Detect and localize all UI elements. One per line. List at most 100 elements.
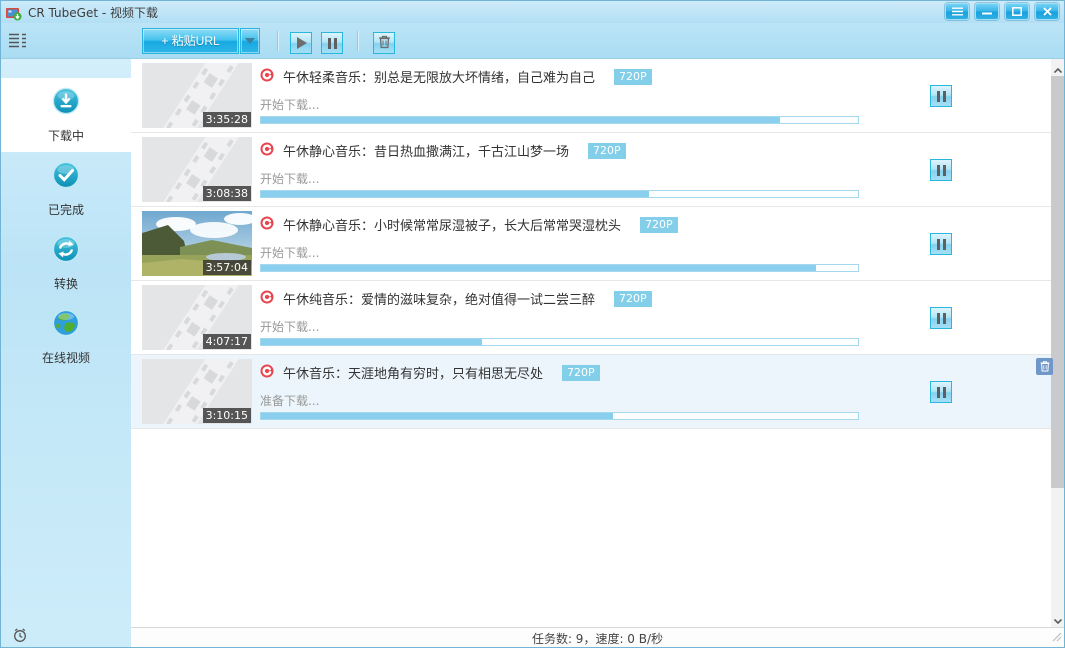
close-icon (1043, 7, 1052, 16)
pause-icon (328, 38, 337, 49)
progress-fill (261, 117, 780, 123)
progress-fill (261, 339, 482, 345)
video-source-icon (260, 289, 274, 308)
quality-badge: 720P (614, 291, 652, 307)
download-status: 开始下载... (260, 244, 319, 261)
download-row[interactable]: 3:10:15 午休音乐：天涯地角有穷时，只有相思无尽处 720P (131, 355, 1051, 429)
delete-all-button[interactable] (373, 32, 395, 54)
download-status: 准备下载... (260, 392, 319, 409)
progress-bar (260, 190, 859, 198)
sidebar-item-label: 已完成 (48, 201, 84, 218)
close-button[interactable] (1035, 3, 1059, 20)
toolbar: + 粘贴URL (1, 23, 1064, 59)
scrollbar-thumb[interactable] (1051, 76, 1064, 488)
video-title-line: 午休静心音乐：小时候常常尿湿被子，长大后常常哭湿枕头 720P (260, 215, 678, 234)
convert-icon (52, 235, 80, 267)
download-row[interactable]: 3:35:28 午休轻柔音乐：别总是无限放大坏情绪，自己难为自己 720P (131, 59, 1051, 133)
sidebar-item-downloading[interactable]: 下载中 (1, 78, 131, 152)
window-controls (945, 3, 1059, 20)
quality-badge: 720P (614, 69, 652, 85)
status-bar: 任务数: 9，速度: 0 B/秒 (131, 627, 1064, 648)
status-bar-text: 任务数: 9，速度: 0 B/秒 (532, 630, 663, 647)
scrollbar-track[interactable] (1051, 488, 1064, 610)
paste-url-dropdown-button[interactable] (240, 28, 260, 54)
video-title: 午休纯音乐：爱情的滋味复杂，绝对值得一试二尝三醉 (283, 289, 595, 308)
chevron-down-icon (1054, 609, 1062, 628)
video-duration: 3:10:15 (203, 408, 251, 423)
download-icon (52, 87, 80, 119)
app-window: CR TubeGet - 视频下载 (0, 0, 1065, 648)
pause-all-button[interactable] (321, 32, 343, 54)
video-title-line: 午休音乐：天涯地角有穷时，只有相思无尽处 720P (260, 363, 600, 382)
sidebar-item-online-video[interactable]: 在线视频 (1, 300, 131, 374)
quality-badge: 720P (562, 365, 600, 381)
chevron-down-icon (245, 38, 255, 44)
progress-bar (260, 338, 859, 346)
content-area: 3:35:28 午休轻柔音乐：别总是无限放大坏情绪，自己难为自己 720P (131, 59, 1064, 627)
video-thumbnail: 4:07:17 (142, 285, 252, 350)
video-source-icon (260, 67, 274, 86)
video-thumbnail: 3:08:38 (142, 137, 252, 202)
video-title: 午休轻柔音乐：别总是无限放大坏情绪，自己难为自己 (283, 67, 595, 86)
video-duration: 3:57:04 (203, 260, 251, 275)
video-source-icon (260, 141, 274, 160)
video-title-line: 午休静心音乐：昔日热血撒满江，千古江山梦一场 720P (260, 141, 626, 160)
sidebar-item-completed[interactable]: 已完成 (1, 152, 131, 226)
resize-grip-icon[interactable] (1052, 627, 1062, 646)
video-thumbnail: 3:57:04 (142, 211, 252, 276)
check-icon (52, 161, 80, 193)
quality-badge: 720P (640, 217, 678, 233)
pause-icon (937, 91, 946, 102)
main-area: 3:35:28 午休轻柔音乐：别总是无限放大坏情绪，自己难为自己 720P (131, 59, 1064, 648)
window-menu-button[interactable] (945, 3, 969, 20)
paste-url-button[interactable]: + 粘贴URL (142, 28, 239, 54)
progress-bar (260, 264, 859, 272)
video-source-icon (260, 215, 274, 234)
clock-icon[interactable] (12, 627, 28, 643)
video-title: 午休静心音乐：小时候常常尿湿被子，长大后常常哭湿枕头 (283, 215, 621, 234)
row-pause-button[interactable] (930, 159, 952, 181)
scroll-up-button[interactable] (1051, 59, 1064, 76)
app-icon (6, 6, 22, 19)
sidebar-item-label: 下载中 (48, 127, 84, 144)
minimize-icon (982, 7, 992, 16)
maximize-icon (1012, 7, 1022, 16)
vertical-scrollbar[interactable] (1051, 59, 1064, 627)
toolbar-divider (277, 31, 278, 51)
video-title-line: 午休轻柔音乐：别总是无限放大坏情绪，自己难为自己 720P (260, 67, 652, 86)
download-row[interactable]: 4:07:17 午休纯音乐：爱情的滋味复杂，绝对值得一试二尝三醉 720P (131, 281, 1051, 355)
progress-bar (260, 116, 859, 124)
sidebar-item-label: 在线视频 (42, 349, 90, 366)
sidebar: 下载中 已完成 (1, 59, 131, 648)
row-delete-button[interactable] (1036, 358, 1053, 375)
download-list: 3:35:28 午休轻柔音乐：别总是无限放大坏情绪，自己难为自己 720P (131, 59, 1051, 627)
globe-icon (52, 309, 80, 341)
download-status: 开始下载... (260, 96, 319, 113)
row-pause-button[interactable] (930, 233, 952, 255)
row-pause-button[interactable] (930, 85, 952, 107)
pause-icon (937, 313, 946, 324)
download-row[interactable]: 3:08:38 午休静心音乐：昔日热血撒满江，千古江山梦一场 720P (131, 133, 1051, 207)
row-pause-button[interactable] (930, 381, 952, 403)
maximize-button[interactable] (1005, 3, 1029, 20)
progress-bar (260, 412, 859, 420)
pause-icon (937, 387, 946, 398)
menu-icon (952, 7, 963, 16)
scroll-down-button[interactable] (1051, 610, 1064, 627)
start-all-button[interactable] (290, 32, 312, 54)
progress-fill (261, 413, 613, 419)
sidebar-item-convert[interactable]: 转换 (1, 226, 131, 300)
pause-icon (937, 239, 946, 250)
download-status: 开始下载... (260, 170, 319, 187)
trash-icon (1040, 357, 1050, 376)
title-bar: CR TubeGet - 视频下载 (1, 1, 1064, 23)
download-row[interactable]: 3:57:04 午休静心音乐：小时候常常尿湿被子，长大后常常哭湿枕头 720P (131, 207, 1051, 281)
quality-badge: 720P (588, 143, 626, 159)
minimize-button[interactable] (975, 3, 999, 20)
list-view-icon[interactable] (9, 33, 29, 49)
toolbar-divider (357, 31, 358, 51)
pause-icon (937, 165, 946, 176)
progress-fill (261, 191, 649, 197)
video-title: 午休静心音乐：昔日热血撒满江，千古江山梦一场 (283, 141, 569, 160)
row-pause-button[interactable] (930, 307, 952, 329)
